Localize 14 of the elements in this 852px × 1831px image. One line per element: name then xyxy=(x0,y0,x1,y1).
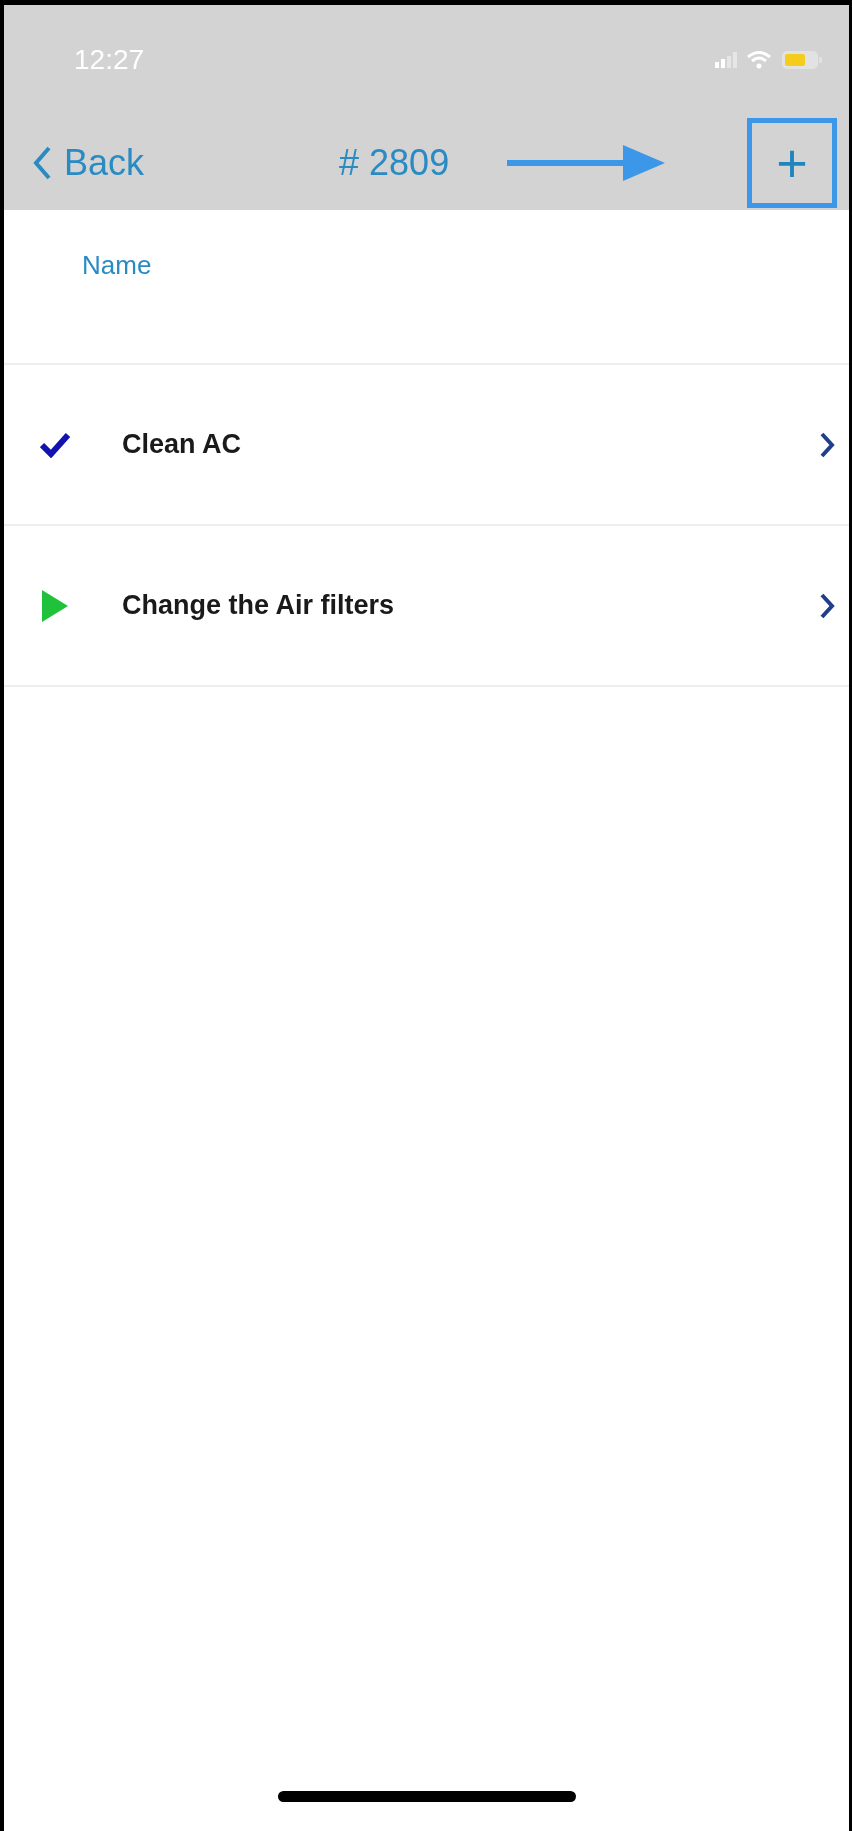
checkmark-icon xyxy=(40,431,70,458)
task-name: Change the Air filters xyxy=(122,589,395,623)
signal-icon xyxy=(715,52,737,68)
chevron-right-icon xyxy=(819,431,835,458)
task-name: Clean AC xyxy=(122,428,242,462)
task-row[interactable]: Change the Air filters xyxy=(4,526,849,687)
play-icon xyxy=(40,588,70,623)
chevron-right-icon xyxy=(819,592,835,619)
task-row[interactable]: Clean AC xyxy=(4,365,849,526)
page-title: # 2809 xyxy=(339,140,450,185)
battery-icon xyxy=(781,50,823,70)
chevron-left-icon xyxy=(32,144,52,181)
wifi-icon xyxy=(747,51,771,69)
column-header: Name xyxy=(82,248,152,282)
